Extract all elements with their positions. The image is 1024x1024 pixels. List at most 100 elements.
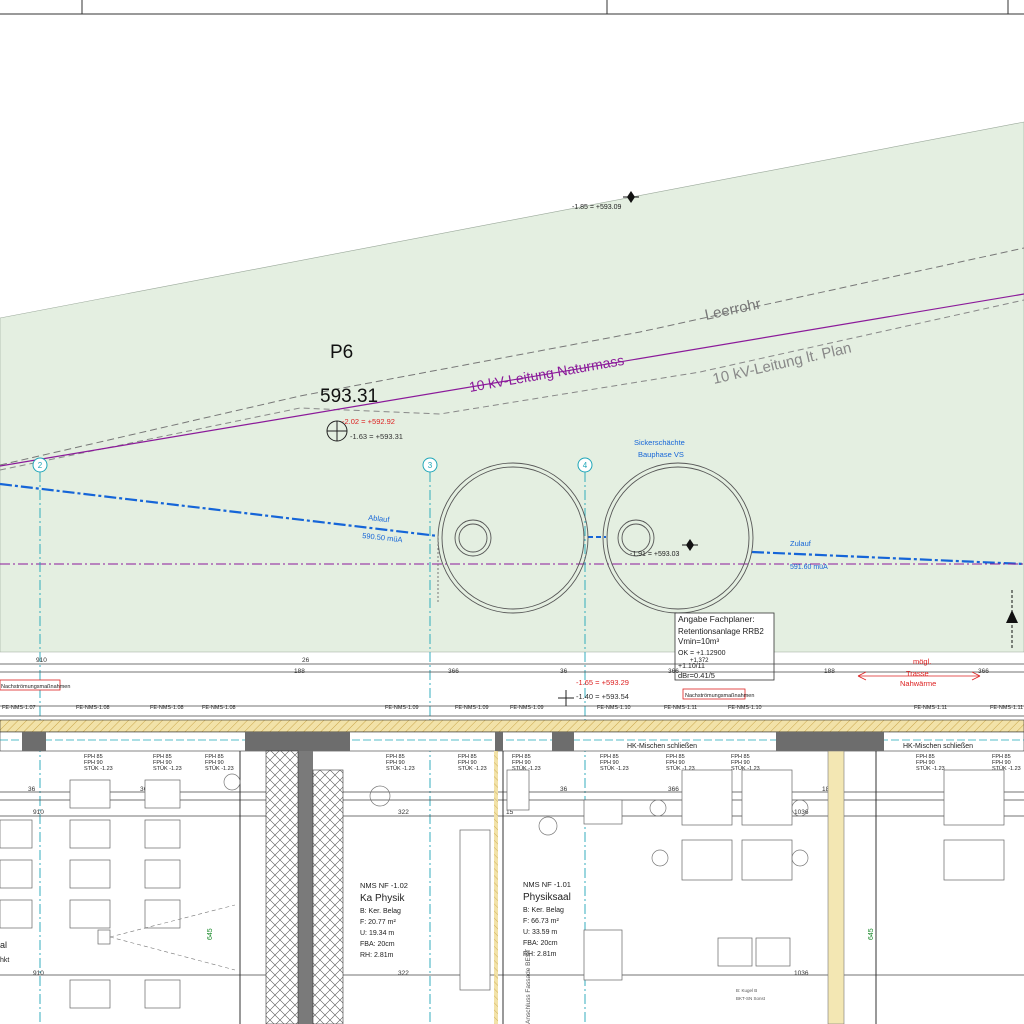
drawing-label: FE-NMS-1.07 [2,705,36,711]
drawing-label: 322 [398,809,409,816]
drawing-label: FE-NMS-1.10 [728,705,762,711]
drawing-label: Angabe Fachplaner: [678,614,755,624]
shaft-cross-left [265,750,299,1024]
drawing-label: 366 [668,668,679,675]
drawing-label: Nahwärme [900,679,936,688]
drawing-label: Vmin=10m³ [678,637,719,646]
point-elevation: 593.31 [320,386,378,407]
zulauf-label: Zulauf [790,539,812,548]
drawing-label: 188 [294,668,305,675]
trasse-note: mögl. Trasse Nahwärme [857,657,981,688]
top-marker-label: -1.85 = +593.09 [572,204,622,211]
hk-label-2: HK-Mischen schließen [903,743,973,750]
drawing-label: NMS NF -1.01 [523,880,571,889]
shafts-label-1: Sickerschächte [634,438,685,447]
drawing-label: STÜK -1.23 [916,765,945,772]
drawing-label: 366 [978,668,989,675]
column-dark [298,751,313,1024]
drawing-label: FE-NMS-1.10 [597,705,631,711]
note-box: Angabe Fachplaner: Retentionsanlage RRB2… [674,612,775,681]
side-text-2: hkt [0,957,9,964]
drawing-label: STÜK -1.23 [600,765,629,772]
shafts-label-2: Bauphase VS [638,450,684,459]
axis-bubble-3: 3 [422,457,438,473]
drawing-label: 366 [668,786,679,793]
drawing-label: F: 66.73 m² [523,918,559,925]
red-level-label: -2.02 = +592.92 [342,417,395,426]
drawing-label: NMS NF -1.02 [360,881,408,890]
drawing-label: 36 [28,786,36,793]
hk-label-1: HK-Mischen schließen [627,743,697,750]
drawing-label: Nachströmungsmaßnahmen [1,684,70,690]
drawing-label: 1036 [794,970,809,977]
drawing-label: 910 [33,970,44,977]
drawing-label: FBA: 20cm [523,940,558,947]
drawing-label: FE-NMS-1.09 [455,705,489,711]
drawing-label: Ka Physik [360,893,405,904]
drawing-label: 36 [560,668,568,675]
drawing-label: B: Ker. Belag [360,908,401,915]
drawing-label: Trasse [906,669,929,678]
drawing-label: OK = +1.12900 [678,650,726,657]
room-ka-physik: NMS NF -1.02 Ka Physik B: Ker. Belag F: … [360,881,408,959]
axis-bubble-2: 2 [32,457,48,473]
drawing-label: F: 20.77 m² [360,919,396,926]
drawing-label: 910 [36,657,47,664]
axis-bubble-4: 4 [577,457,593,473]
drawing-label: U: 19.34 m [360,930,394,937]
drawing-label: 910 [33,809,44,816]
nachstroemung-box-2: Nachströmungsmaßnahmen [682,688,754,700]
title-block-strip [0,0,1024,15]
axis-label-3: 3 [428,461,433,470]
shaft-cross-right [312,769,344,1024]
drawing-label: FE-NMS-1.08 [76,705,110,711]
wall-height-label: 645 [207,928,214,940]
axis-label-2: 2 [38,461,43,470]
drawing-label: FE-NMS-1.11 [914,705,947,711]
drawing-label: Physiksaal [523,892,571,903]
drawing-label: STÜK -1.23 [153,765,182,772]
wall-hatch [494,751,498,1024]
marker-level-label: -1.63 = +593.31 [350,432,403,441]
drawing-label: Retentionsanlage RRB2 [678,627,764,636]
nachstroemung-box-1: Nachströmungsmaßnahmen [0,679,70,691]
furniture [0,769,1005,1009]
fph-labels: FPH 85 FPH 90 STÜK -1.23 FPH 85 FPH 90 S… [84,754,1021,772]
small-text-1: B: Kugel B [736,988,757,993]
yellow-strip [827,750,845,1024]
facade-band [0,719,1024,733]
lower-level-label: -1.40 = +593.54 [576,692,629,701]
vertical-note: Anschluss Fassade BEST [525,949,532,1024]
axis-label-4: 4 [583,461,588,470]
drawing-label: 188 [824,668,835,675]
drawing-label: FE-NMS-1.11 [664,705,697,711]
drawing-label: 322 [398,970,409,977]
drawing-label: Nachströmungsmaßnahmen [685,693,754,699]
point-id: P6 [330,342,353,363]
zulauf-value: 591.60 müA [790,564,828,571]
drawing-label: 26 [302,657,310,664]
drawing-label: STÜK -1.23 [386,765,415,772]
mid-marker-label: -1.91 = +593.03 [630,551,680,558]
side-text-1: al [0,940,7,950]
drawing-label: mögl. [913,657,931,666]
red-level-label-2: -1.65 = +593.29 [576,678,629,687]
drawing-label: STÜK -1.23 [84,765,113,772]
drawing-label: FE-NMS-1.11 [990,705,1023,711]
room-physiksaal: NMS NF -1.01 Physiksaal B: Ker. Belag F:… [523,880,571,958]
drawing-label: FE-NMS-1.09 [385,705,419,711]
small-text-2: BKT-SN Sonst [736,996,766,1001]
wall-height-label-2: 645 [868,928,875,940]
drawing-label: RH: 2.81m [360,952,394,959]
drawing-label: FBA: 20cm [360,941,395,948]
site-plan-drawing: 2 3 4 Leerrohr 10 kV-Leitung Naturmass 1… [0,0,1024,1024]
drawing-label: B: Ker. Belag [523,907,564,914]
drawing-label: STÜK -1.23 [458,765,487,772]
drawing-label: FE-NMS-1.09 [510,705,544,711]
drawing-label: 366 [448,668,459,675]
drawing-label: FE-NMS-1.08 [150,705,184,711]
drawing-label: U: 33.59 m [523,929,557,936]
drawing-label: 36 [560,786,568,793]
cross-marker [558,690,574,706]
drawing-label: FE-NMS-1.08 [202,705,236,711]
